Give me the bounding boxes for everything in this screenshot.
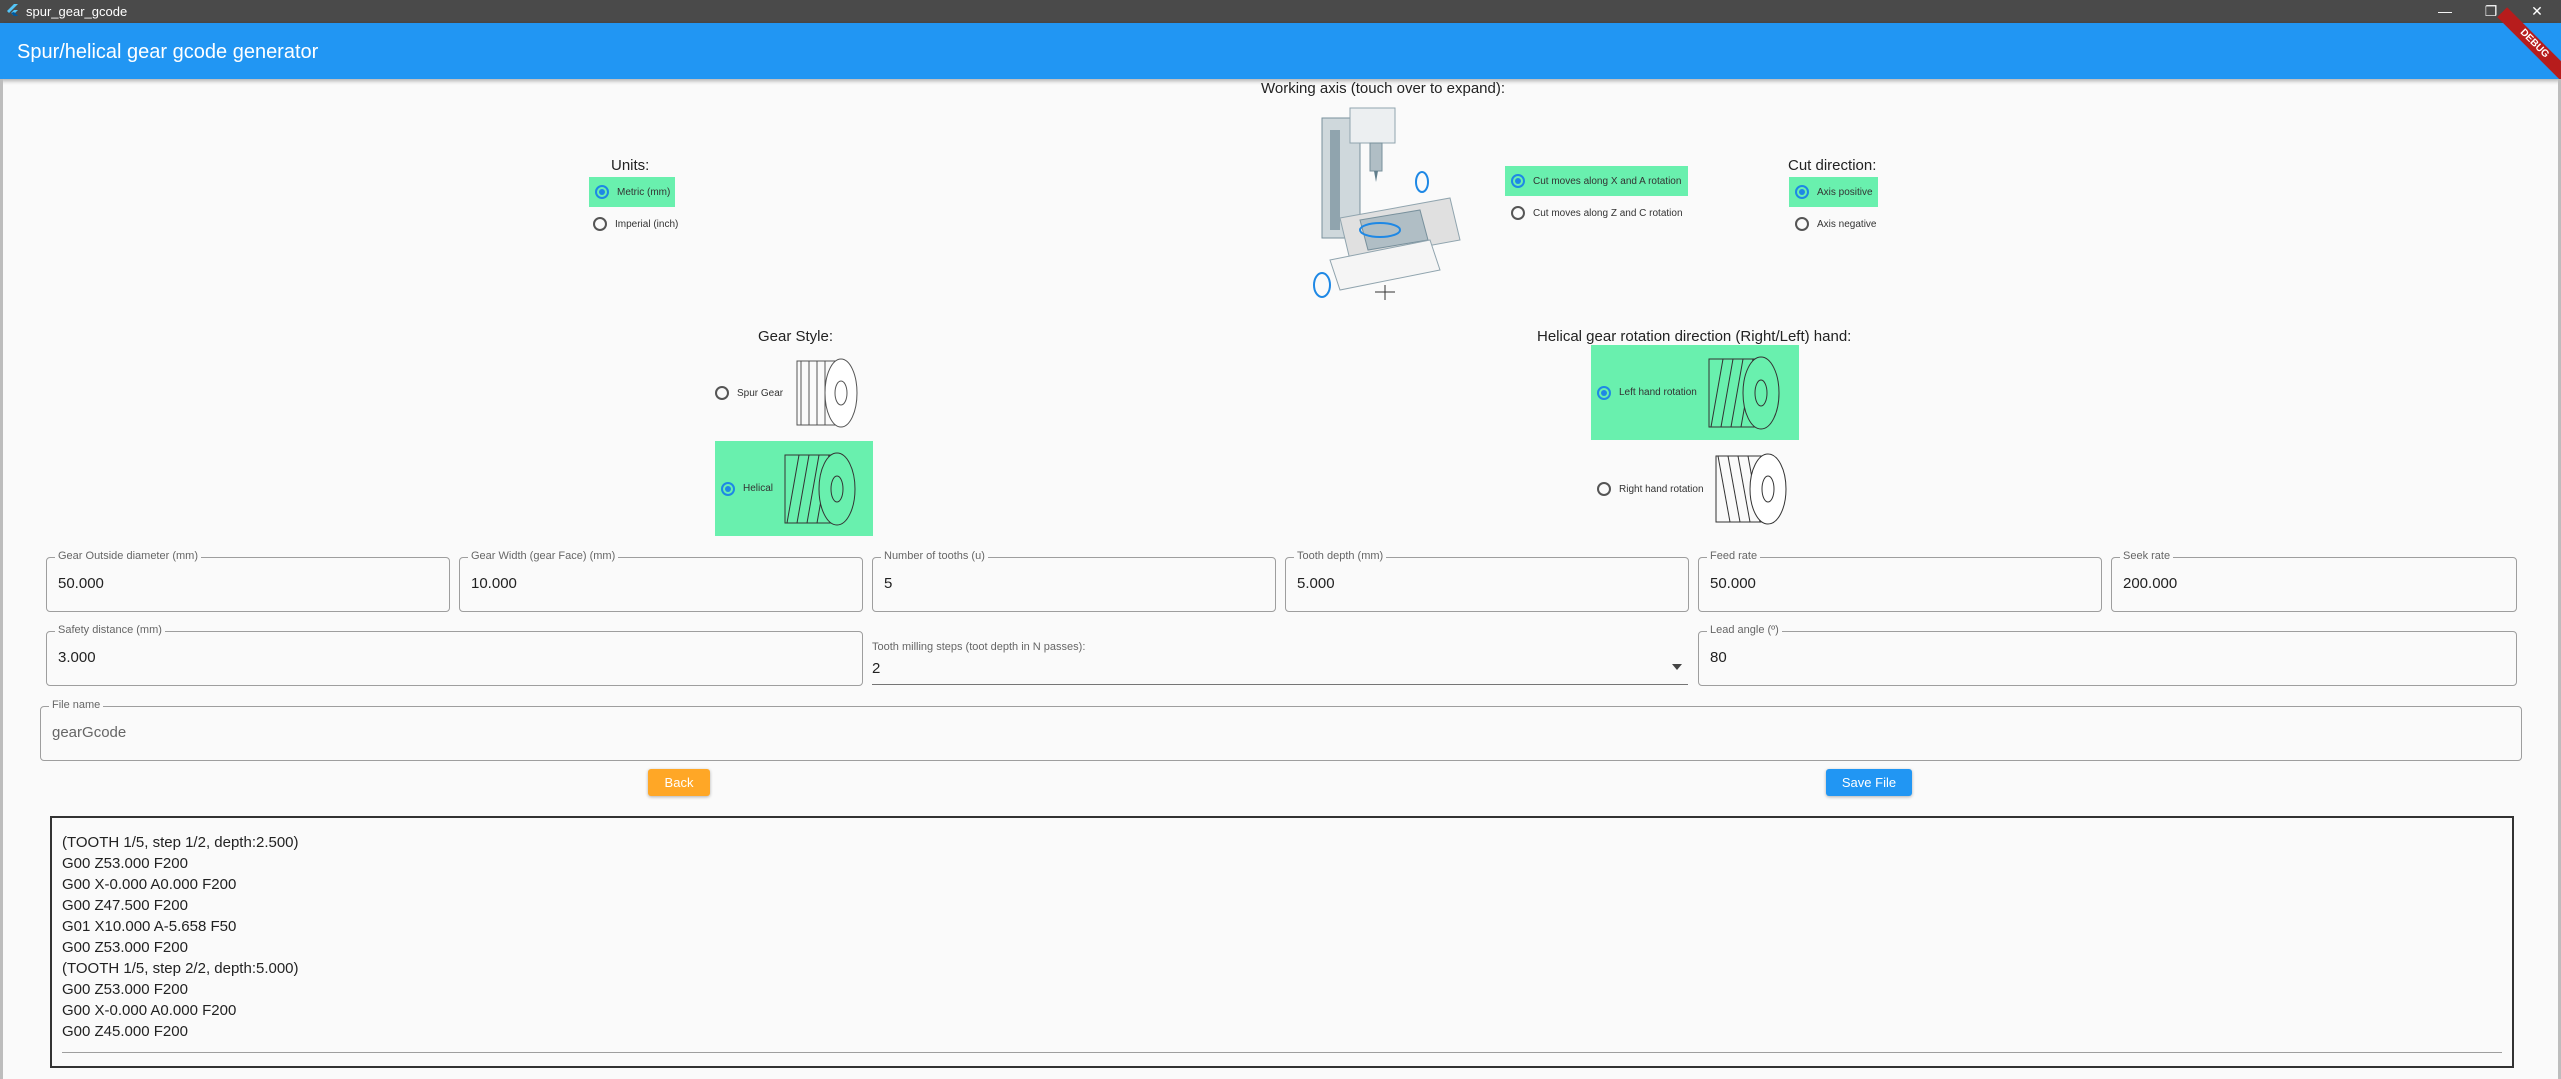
feed-rate-field[interactable]: Feed rate 50.000 xyxy=(1698,550,2102,612)
axis-zc-option[interactable]: Cut moves along Z and C rotation xyxy=(1505,198,1695,228)
cut-negative-option[interactable]: Axis negative xyxy=(1789,209,1878,239)
file-name-field[interactable]: File name gearGcode xyxy=(40,699,2522,761)
spur-gear-icon xyxy=(796,358,858,428)
tooth-count-label: Number of tooths (u) xyxy=(881,550,988,562)
lead-angle-value[interactable]: 80 xyxy=(1710,649,1727,666)
tooth-depth-field[interactable]: Tooth depth (mm) 5.000 xyxy=(1285,550,1689,612)
units-imperial-option[interactable]: Imperial (inch) xyxy=(587,209,687,239)
gear-helical-option[interactable]: Helical xyxy=(715,441,873,536)
gcode-line: G00 X-0.000 A0.000 F200 xyxy=(62,1002,237,1019)
gcode-line: G01 X10.000 A-5.658 F50 xyxy=(62,918,237,935)
outside-diameter-label: Gear Outside diameter (mm) xyxy=(55,550,201,562)
safety-distance-value[interactable]: 3.000 xyxy=(58,649,96,666)
lead-angle-field[interactable]: Lead angle (º) 80 xyxy=(1698,624,2517,686)
units-metric-label: Metric (mm) xyxy=(617,186,671,198)
radio-unselected-icon[interactable] xyxy=(593,217,607,231)
gcode-line: G00 X-0.000 A0.000 F200 xyxy=(62,876,237,893)
safety-distance-field[interactable]: Safety distance (mm) 3.000 xyxy=(46,624,863,686)
left-hand-label: Left hand rotation xyxy=(1619,387,1697,398)
window-border-left xyxy=(0,79,3,1079)
tooth-depth-value[interactable]: 5.000 xyxy=(1297,575,1335,592)
file-name-value[interactable]: gearGcode xyxy=(52,724,126,741)
gear-width-value[interactable]: 10.000 xyxy=(471,575,517,592)
tooth-count-value[interactable]: 5 xyxy=(884,575,892,592)
helical-gear-icon xyxy=(784,452,856,525)
working-axis-label: Working axis (touch over to expand): xyxy=(1261,80,1506,97)
axis-xa-label: Cut moves along X and A rotation xyxy=(1533,175,1682,187)
radio-selected-icon[interactable] xyxy=(595,185,609,199)
radio-unselected-icon[interactable] xyxy=(1511,206,1525,220)
units-label: Units: xyxy=(611,157,650,174)
app-bar: Spur/helical gear gcode generator DEBUG xyxy=(0,7,2561,81)
milling-steps-value[interactable]: 2 xyxy=(872,660,880,677)
milling-machine-illustration[interactable] xyxy=(1300,100,1470,305)
axis-zc-label: Cut moves along Z and C rotation xyxy=(1533,207,1683,219)
cut-direction-label: Cut direction: xyxy=(1788,157,1877,174)
radio-unselected-icon[interactable] xyxy=(1597,482,1611,496)
milling-steps-label: Tooth milling steps (toot depth in N pas… xyxy=(872,641,1086,653)
gcode-line: (TOOTH 1/5, step 1/2, depth:2.500) xyxy=(62,834,299,851)
output-underline xyxy=(62,1052,2502,1053)
gear-helical-label: Helical xyxy=(743,483,774,494)
gcode-line: G00 Z53.000 F200 xyxy=(62,855,188,872)
gcode-line: G00 Z53.000 F200 xyxy=(62,939,188,956)
seek-rate-value[interactable]: 200.000 xyxy=(2123,575,2177,592)
gear-width-label: Gear Width (gear Face) (mm) xyxy=(468,550,619,562)
gcode-line: G00 Z47.500 F200 xyxy=(62,897,188,914)
tooth-depth-label: Tooth depth (mm) xyxy=(1294,550,1387,562)
radio-unselected-icon[interactable] xyxy=(1795,217,1809,231)
radio-selected-icon[interactable] xyxy=(721,481,735,496)
minimize-button[interactable]: — xyxy=(2422,0,2468,23)
gcode-line: G00 Z45.000 F200 xyxy=(62,1023,188,1040)
outside-diameter-field[interactable]: Gear Outside diameter (mm) 50.000 xyxy=(46,550,450,612)
gear-style-label: Gear Style: xyxy=(758,328,834,345)
close-button[interactable]: ✕ xyxy=(2514,0,2560,23)
file-name-label: File name xyxy=(49,699,104,711)
tooth-count-field[interactable]: Number of tooths (u) 5 xyxy=(872,550,1276,612)
window-titlebar: spur_gear_gcode — ❐ ✕ xyxy=(0,0,2561,23)
lead-angle-label: Lead angle (º) xyxy=(1707,624,1782,636)
seek-rate-field[interactable]: Seek rate 200.000 xyxy=(2111,550,2517,612)
outside-diameter-value[interactable]: 50.000 xyxy=(58,575,104,592)
dropdown-arrow-icon[interactable] xyxy=(1672,664,1682,670)
helical-direction-label: Helical gear rotation direction (Right/L… xyxy=(1537,328,1852,345)
gear-width-field[interactable]: Gear Width (gear Face) (mm) 10.000 xyxy=(459,550,863,612)
gear-spur-option[interactable]: Spur Gear xyxy=(709,349,874,437)
milling-steps-dropdown[interactable]: Tooth milling steps (toot depth in N pas… xyxy=(872,628,1688,685)
right-hand-label: Right hand rotation xyxy=(1619,483,1704,495)
radio-selected-icon[interactable] xyxy=(1597,385,1611,400)
window-title: spur_gear_gcode xyxy=(26,4,128,19)
gear-spur-label: Spur Gear xyxy=(737,387,784,399)
units-imperial-label: Imperial (inch) xyxy=(615,218,679,230)
seek-rate-label: Seek rate xyxy=(2120,550,2174,562)
gcode-line: (TOOTH 1/5, step 2/2, depth:5.000) xyxy=(62,960,299,977)
feed-rate-value[interactable]: 50.000 xyxy=(1710,575,1756,592)
right-hand-option[interactable]: Right hand rotation xyxy=(1591,444,1799,534)
cut-negative-label: Axis negative xyxy=(1817,218,1877,230)
left-hand-option[interactable]: Left hand rotation xyxy=(1591,345,1799,440)
radio-selected-icon[interactable] xyxy=(1511,174,1525,188)
cut-positive-label: Axis positive xyxy=(1817,186,1873,198)
radio-selected-icon[interactable] xyxy=(1795,185,1809,199)
radio-unselected-icon[interactable] xyxy=(715,386,729,400)
gcode-line: G00 Z53.000 F200 xyxy=(62,981,188,998)
save-file-button[interactable]: Save File xyxy=(1826,769,1912,796)
cut-positive-option[interactable]: Axis positive xyxy=(1789,177,1878,207)
back-button[interactable]: Back xyxy=(648,769,710,796)
right-hand-gear-icon xyxy=(1715,453,1787,525)
feed-rate-label: Feed rate xyxy=(1707,550,1761,562)
left-hand-gear-icon xyxy=(1708,356,1780,429)
axis-xa-option[interactable]: Cut moves along X and A rotation xyxy=(1505,166,1688,196)
safety-distance-label: Safety distance (mm) xyxy=(55,624,165,636)
units-metric-option[interactable]: Metric (mm) xyxy=(589,177,675,207)
gcode-output[interactable]: (TOOTH 1/5, step 1/2, depth:2.500) G00 Z… xyxy=(50,816,2514,1068)
flutter-logo-icon xyxy=(7,4,18,16)
app-title: Spur/helical gear gcode generator xyxy=(17,41,319,63)
